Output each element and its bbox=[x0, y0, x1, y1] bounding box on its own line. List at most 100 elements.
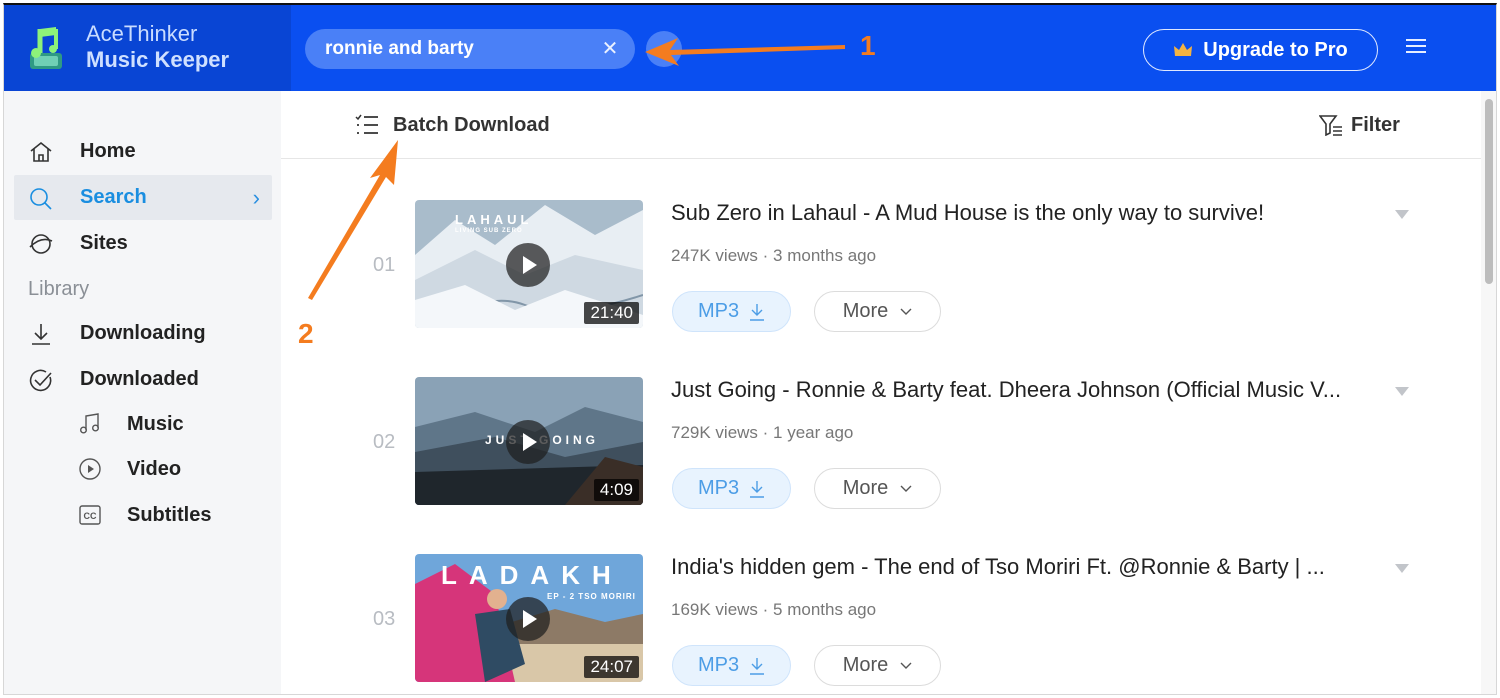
more-options-button[interactable]: More bbox=[814, 468, 941, 509]
globe-icon bbox=[29, 234, 53, 254]
video-thumbnail[interactable]: LADAKH EP - 2 TSO MORIRI 24:07 bbox=[415, 554, 643, 682]
video-thumbnail[interactable]: LAHAUL LIVING SUB ZERO 21:40 bbox=[415, 200, 643, 328]
row-number: 01 bbox=[373, 254, 396, 276]
caret-down-icon[interactable] bbox=[1395, 387, 1409, 396]
caret-down-icon[interactable] bbox=[1395, 210, 1409, 219]
sidebar-item-music[interactable]: Music bbox=[64, 404, 274, 444]
play-icon[interactable] bbox=[506, 243, 550, 287]
video-title[interactable]: Just Going - Ronnie & Barty feat. Dheera… bbox=[671, 377, 1383, 403]
sidebar-item-label: Sites bbox=[80, 232, 128, 254]
more-options-button[interactable]: More bbox=[814, 645, 941, 686]
row-number: 02 bbox=[373, 431, 396, 453]
sidebar-item-subtitles[interactable]: CC Subtitles bbox=[64, 495, 274, 535]
sidebar-item-label: Video bbox=[127, 458, 182, 480]
more-label: More bbox=[842, 477, 889, 499]
sidebar-item-label: Home bbox=[80, 140, 136, 162]
upgrade-to-pro-button[interactable]: Upgrade to Pro bbox=[1143, 29, 1378, 71]
scrollbar[interactable] bbox=[1481, 91, 1496, 694]
scrollbar-thumb[interactable] bbox=[1485, 99, 1493, 284]
mp3-download-button[interactable]: MP3 bbox=[672, 468, 791, 509]
search-input[interactable] bbox=[325, 29, 595, 69]
download-icon bbox=[32, 324, 50, 345]
video-duration: 4:09 bbox=[593, 479, 639, 501]
chevron-down-icon bbox=[900, 662, 912, 669]
video-meta: 729K views · 1 year ago bbox=[671, 423, 854, 442]
mp3-download-button[interactable]: MP3 bbox=[672, 645, 791, 686]
play-icon[interactable] bbox=[506, 597, 550, 641]
annotation-marker-2: 2 bbox=[298, 318, 314, 349]
sidebar-item-label: Search bbox=[80, 186, 147, 208]
video-meta: 169K views · 5 months ago bbox=[671, 600, 877, 619]
row-number: 03 bbox=[373, 608, 396, 630]
mp3-label: MP3 bbox=[697, 300, 740, 322]
top-bar: AceThinker Music Keeper ✕ Upgrade to Pro bbox=[4, 5, 1496, 91]
video-duration: 21:40 bbox=[584, 302, 639, 324]
sidebar-item-home[interactable]: Home bbox=[14, 129, 272, 174]
music-note-icon bbox=[80, 413, 99, 434]
thumbnail-title: LADAKH bbox=[441, 560, 623, 590]
result-row: 02 JUST GOING 4:09 Just Going - Ronnie &… bbox=[281, 337, 1481, 514]
sidebar-item-label: Music bbox=[127, 413, 184, 435]
sidebar: Home Search › Sites Library Downloading bbox=[4, 91, 281, 694]
download-icon bbox=[750, 303, 765, 321]
upgrade-label: Upgrade to Pro bbox=[1203, 38, 1348, 61]
thumbnail-title: LAHAUL bbox=[455, 212, 533, 227]
app-window: AceThinker Music Keeper ✕ Upgrade to Pro… bbox=[3, 3, 1497, 695]
check-circle-icon bbox=[29, 369, 52, 392]
filter-label: Filter bbox=[1351, 113, 1400, 136]
sidebar-item-downloading[interactable]: Downloading bbox=[14, 311, 272, 356]
chevron-right-icon: › bbox=[252, 185, 260, 210]
sidebar-item-search[interactable]: Search › bbox=[14, 175, 272, 220]
video-title[interactable]: Sub Zero in Lahaul - A Mud House is the … bbox=[671, 200, 1383, 226]
mp3-label: MP3 bbox=[697, 654, 740, 676]
filter-button[interactable]: Filter bbox=[1319, 111, 1400, 139]
thumbnail-subtitle: EP - 2 TSO MORIRI bbox=[547, 592, 636, 601]
download-icon bbox=[750, 480, 765, 498]
sidebar-item-label: Downloaded bbox=[80, 368, 199, 390]
result-row: 03 LADAKH EP - 2 TSO MORIRI 24:07 India'… bbox=[281, 514, 1481, 691]
batch-download-label: Batch Download bbox=[393, 113, 550, 136]
search-submit-button[interactable] bbox=[646, 31, 682, 67]
svg-text:CC: CC bbox=[84, 511, 97, 521]
brand-name: AceThinker Music Keeper bbox=[86, 21, 229, 73]
sidebar-item-sites[interactable]: Sites bbox=[14, 221, 272, 266]
video-meta: 247K views · 3 months ago bbox=[671, 246, 877, 265]
play-icon[interactable] bbox=[506, 420, 550, 464]
close-icon[interactable]: ✕ bbox=[599, 38, 621, 60]
play-circle-icon bbox=[79, 458, 101, 480]
chevron-down-icon bbox=[900, 485, 912, 492]
download-icon bbox=[750, 657, 765, 675]
chevron-down-icon bbox=[900, 308, 912, 315]
sidebar-item-video[interactable]: Video bbox=[64, 449, 274, 489]
batch-download-button[interactable]: Batch Download bbox=[355, 111, 550, 139]
mp3-label: MP3 bbox=[697, 477, 740, 499]
video-title[interactable]: India's hidden gem - The end of Tso Mori… bbox=[671, 554, 1383, 580]
more-options-button[interactable]: More bbox=[814, 291, 941, 332]
result-row: 01 LAHAUL LIVING SUB ZERO 21:40 Sub Zero… bbox=[281, 160, 1481, 337]
sidebar-item-downloaded[interactable]: Downloaded bbox=[14, 357, 272, 402]
home-icon bbox=[30, 141, 52, 162]
more-label: More bbox=[842, 654, 889, 676]
thumbnail-subtitle: LIVING SUB ZERO bbox=[455, 228, 523, 234]
annotation-marker-1: 1 bbox=[860, 30, 876, 61]
search-icon bbox=[30, 188, 52, 210]
caret-down-icon[interactable] bbox=[1395, 564, 1409, 573]
hamburger-menu-icon[interactable] bbox=[1406, 39, 1426, 55]
brand-line-1: AceThinker bbox=[86, 21, 198, 46]
crown-icon bbox=[1174, 43, 1193, 56]
cc-icon: CC bbox=[79, 505, 101, 525]
search-box: ✕ bbox=[305, 29, 635, 69]
brand-line-2: Music Keeper bbox=[86, 47, 230, 72]
checklist-icon bbox=[355, 114, 378, 134]
mp3-download-button[interactable]: MP3 bbox=[672, 291, 791, 332]
app-logo-icon bbox=[30, 27, 62, 69]
sidebar-item-label: Downloading bbox=[80, 322, 206, 344]
filter-icon bbox=[1319, 115, 1342, 136]
results-toolbar: Batch Download Filter bbox=[281, 91, 1481, 159]
sidebar-item-label: Subtitles bbox=[127, 504, 212, 526]
brand-area: AceThinker Music Keeper bbox=[4, 5, 291, 91]
video-thumbnail[interactable]: JUST GOING 4:09 bbox=[415, 377, 643, 505]
video-duration: 24:07 bbox=[584, 656, 639, 678]
results-list: 01 LAHAUL LIVING SUB ZERO 21:40 Sub Zero… bbox=[281, 160, 1481, 694]
library-section-label: Library bbox=[28, 278, 90, 300]
